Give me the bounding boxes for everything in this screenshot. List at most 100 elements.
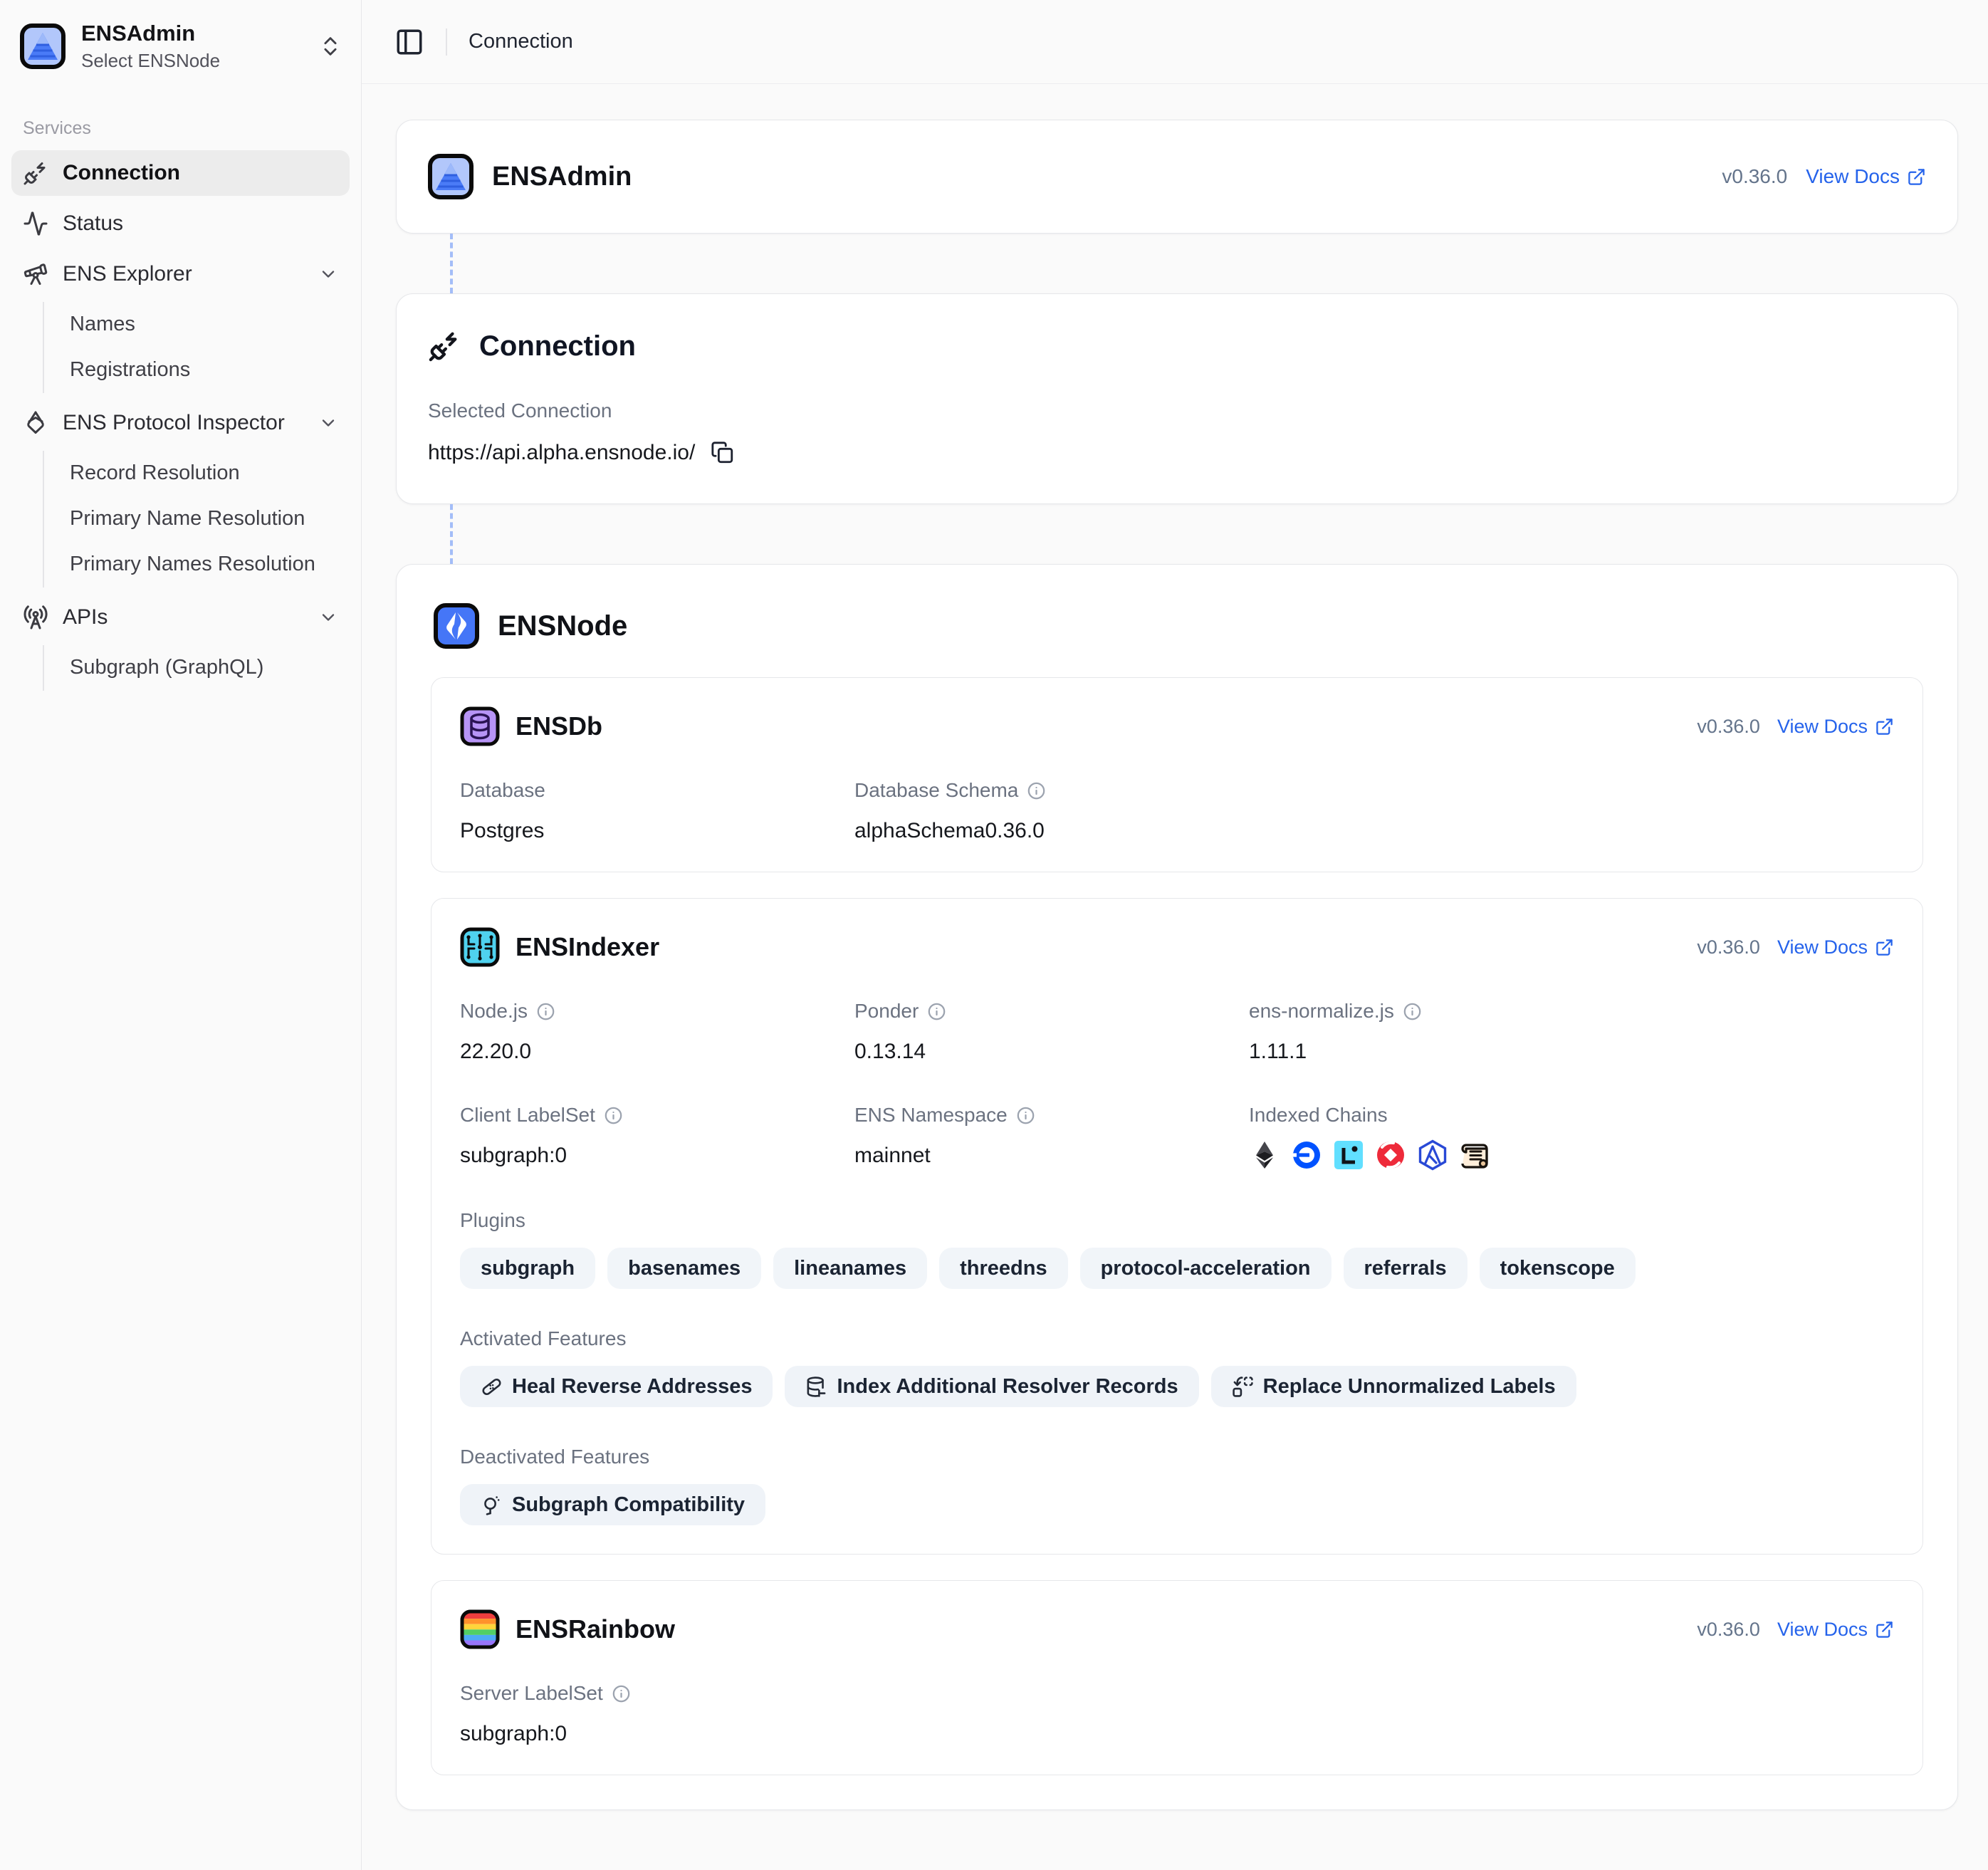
sidebar-item-ens-explorer[interactable]: ENS Explorer bbox=[11, 251, 350, 297]
content: ENSAdmin v0.36.0 View Docs Connection Se… bbox=[362, 84, 1988, 1810]
sidebar-item-label: Primary Name Resolution bbox=[70, 507, 305, 531]
sidebar-item-subgraph-graphql[interactable]: Subgraph (GraphQL) bbox=[44, 645, 350, 691]
field-label: Client LabelSet bbox=[460, 1104, 595, 1127]
ensadmin-card: ENSAdmin v0.36.0 View Docs bbox=[396, 120, 1958, 234]
field-database-schema: Database Schema alphaSchema0.36.0 bbox=[854, 779, 1249, 843]
view-docs-label: View Docs bbox=[1777, 716, 1868, 738]
feature-label: Subgraph Compatibility bbox=[512, 1493, 745, 1517]
ensrainbow-card: ENSRainbow v0.36.0 View Docs Server Labe… bbox=[431, 1580, 1923, 1775]
info-icon[interactable] bbox=[604, 1106, 623, 1125]
protocol-inspector-subitems: Record Resolution Primary Name Resolutio… bbox=[43, 451, 350, 587]
ensdb-version: v0.36.0 bbox=[1697, 716, 1760, 738]
sidebar-item-label: Subgraph (GraphQL) bbox=[70, 656, 263, 679]
sidebar-item-label: ENS Explorer bbox=[63, 262, 192, 286]
ensindexer-view-docs-link[interactable]: View Docs bbox=[1777, 936, 1894, 958]
ens-explorer-subitems: Names Registrations bbox=[43, 302, 350, 393]
field-label: Database Schema bbox=[854, 779, 1018, 802]
feature-pill-heal-reverse-addresses: Heal Reverse Addresses bbox=[460, 1366, 773, 1407]
ensrainbow-version: v0.36.0 bbox=[1697, 1619, 1760, 1641]
database-plus-icon bbox=[805, 1376, 827, 1398]
sidebar-item-names[interactable]: Names bbox=[44, 302, 350, 348]
plugin-pill: tokenscope bbox=[1480, 1248, 1636, 1289]
chevrons-up-down-icon[interactable] bbox=[318, 34, 342, 58]
feature-label: Replace Unnormalized Labels bbox=[1263, 1375, 1556, 1399]
sidebar-item-label: Registrations bbox=[70, 358, 190, 382]
chevron-down-icon bbox=[318, 607, 338, 627]
ensadmin-version: v0.36.0 bbox=[1722, 165, 1787, 188]
ensrainbow-view-docs-link[interactable]: View Docs bbox=[1777, 1619, 1894, 1641]
sidebar-item-label: Status bbox=[63, 211, 123, 236]
connection-card: Connection Selected Connection https://a… bbox=[396, 293, 1958, 504]
ensnode-selector[interactable]: ENSAdmin Select ENSNode bbox=[0, 0, 361, 91]
sidebar-item-primary-name-resolution[interactable]: Primary Name Resolution bbox=[44, 496, 350, 542]
activated-features-label: Activated Features bbox=[460, 1327, 1894, 1350]
field-indexed-chains: Indexed Chains bbox=[1249, 1104, 1643, 1171]
dashed-connector bbox=[450, 504, 453, 564]
sidebar-item-primary-names-resolution[interactable]: Primary Names Resolution bbox=[44, 542, 350, 587]
topbar: Connection bbox=[362, 0, 1988, 84]
sidebar-item-record-resolution[interactable]: Record Resolution bbox=[44, 451, 350, 496]
radio-tower-icon bbox=[23, 605, 48, 630]
feature-pill-subgraph-compatibility: Subgraph Compatibility bbox=[460, 1484, 765, 1525]
plugin-pill: lineanames bbox=[773, 1248, 927, 1289]
view-docs-label: View Docs bbox=[1806, 165, 1900, 188]
ensindexer-title: ENSIndexer bbox=[516, 932, 659, 962]
ensadmin-card-title: ENSAdmin bbox=[492, 162, 632, 192]
telescope-icon bbox=[23, 261, 48, 287]
sidebar-item-label: Record Resolution bbox=[70, 461, 240, 485]
feature-label: Index Additional Resolver Records bbox=[837, 1375, 1178, 1399]
field-value: alphaSchema0.36.0 bbox=[854, 819, 1249, 843]
sidebar-toggle-icon[interactable] bbox=[394, 27, 424, 57]
info-icon[interactable] bbox=[612, 1684, 631, 1703]
field-value: 0.13.14 bbox=[854, 1040, 1249, 1064]
sidebar-item-label: Connection bbox=[63, 161, 180, 185]
feature-pill-replace-unnormalized-labels: Replace Unnormalized Labels bbox=[1211, 1366, 1576, 1407]
field-value: 1.11.1 bbox=[1249, 1040, 1643, 1064]
optimism-chain-icon bbox=[1375, 1139, 1406, 1171]
external-link-icon bbox=[1875, 938, 1894, 957]
plugin-pill: subgraph bbox=[460, 1248, 595, 1289]
ensindexer-logo-icon bbox=[460, 927, 500, 967]
field-value: mainnet bbox=[854, 1144, 1249, 1168]
sidebar-item-label: Names bbox=[70, 313, 135, 336]
sidebar-item-status[interactable]: Status bbox=[11, 201, 350, 246]
ensdb-view-docs-link[interactable]: View Docs bbox=[1777, 716, 1894, 738]
field-label: ens-normalize.js bbox=[1249, 1000, 1394, 1023]
plug-zap-icon bbox=[428, 330, 461, 362]
field-database: Database Postgres bbox=[460, 779, 854, 843]
sidebar-item-registrations[interactable]: Registrations bbox=[44, 348, 350, 393]
field-label: Indexed Chains bbox=[1249, 1104, 1388, 1127]
field-client-labelset: Client LabelSet subgraph:0 bbox=[460, 1104, 854, 1171]
info-icon[interactable] bbox=[1016, 1106, 1035, 1125]
deactivated-features-label: Deactivated Features bbox=[460, 1446, 1894, 1468]
sidebar-item-apis[interactable]: APIs bbox=[11, 595, 350, 640]
plugins-row: subgraph basenames lineanames threedns p… bbox=[460, 1248, 1894, 1289]
ensindexer-card: ENSIndexer v0.36.0 View Docs Node.js bbox=[431, 898, 1923, 1555]
info-icon[interactable] bbox=[1403, 1002, 1422, 1021]
ensadmin-card-logo-icon bbox=[428, 154, 474, 199]
ensnode-card: ENSNode ENSDb v0.36.0 bbox=[396, 564, 1958, 1810]
sidebar-item-ens-protocol-inspector[interactable]: ENS Protocol Inspector bbox=[11, 400, 350, 446]
ensrainbow-logo-icon bbox=[460, 1609, 500, 1649]
ensadmin-view-docs-link[interactable]: View Docs bbox=[1806, 165, 1926, 188]
field-ens-namespace: ENS Namespace mainnet bbox=[854, 1104, 1249, 1171]
base-chain-icon bbox=[1291, 1139, 1322, 1171]
external-link-icon bbox=[1907, 167, 1926, 187]
field-ens-normalize: ens-normalize.js 1.11.1 bbox=[1249, 1000, 1643, 1064]
field-value: Postgres bbox=[460, 819, 854, 843]
info-icon[interactable] bbox=[536, 1002, 555, 1021]
ensnode-logo-icon bbox=[434, 603, 479, 649]
breadcrumb: Connection bbox=[469, 30, 573, 53]
services-section-label: Services bbox=[23, 118, 361, 139]
info-icon[interactable] bbox=[1027, 781, 1046, 800]
plug-zap-icon bbox=[23, 160, 48, 186]
app-subtitle: Select ENSNode bbox=[81, 50, 220, 73]
bandage-icon bbox=[481, 1376, 503, 1398]
copy-icon[interactable] bbox=[711, 441, 735, 465]
sidebar-item-connection[interactable]: Connection bbox=[11, 150, 350, 196]
info-icon[interactable] bbox=[927, 1002, 946, 1021]
apis-subitems: Subgraph (GraphQL) bbox=[43, 645, 350, 691]
external-link-icon bbox=[1875, 1620, 1894, 1639]
chevron-down-icon bbox=[318, 413, 338, 433]
activated-features-row: Heal Reverse Addresses Index Additional … bbox=[460, 1366, 1894, 1407]
